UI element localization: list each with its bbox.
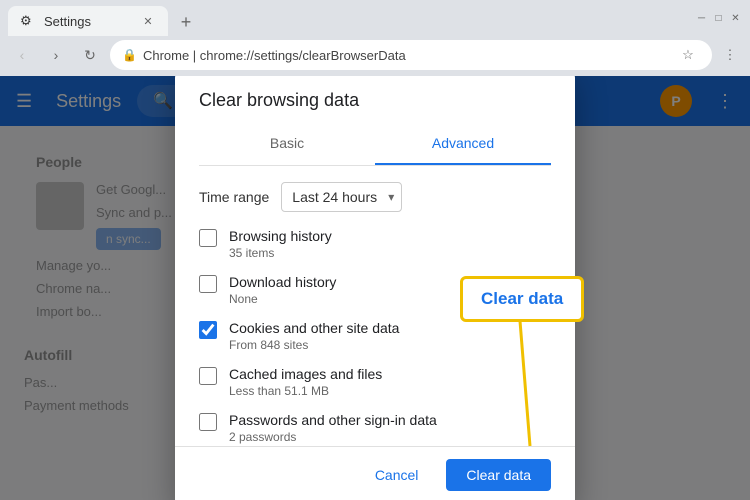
cached-images-text: Cached images and files Less than 51.1 M… xyxy=(229,366,382,398)
browsing-history-sub: 35 items xyxy=(229,246,332,260)
close-button[interactable]: ✕ xyxy=(729,12,742,25)
checkbox-download-history-input[interactable] xyxy=(199,275,217,293)
checkbox-cookies: Cookies and other site data From 848 sit… xyxy=(199,320,551,352)
time-range-select[interactable]: Last hour Last 24 hours Last 7 days Last… xyxy=(281,182,402,212)
time-range-row: Time range Last hour Last 24 hours Last … xyxy=(199,182,551,212)
passwords-label: Passwords and other sign-in data xyxy=(229,412,437,428)
clear-browsing-dialog: Clear browsing data Basic Advanced Time … xyxy=(175,76,575,500)
url-text: Chrome | chrome://settings/clearBrowserD… xyxy=(143,48,406,63)
dialog-content: Time range Last hour Last 24 hours Last … xyxy=(175,166,575,446)
time-range-label: Time range xyxy=(199,189,269,205)
browsing-history-label: Browsing history xyxy=(229,228,332,244)
cached-images-sub: Less than 51.1 MB xyxy=(229,384,382,398)
url-bar[interactable]: 🔒 Chrome | chrome://settings/clearBrowse… xyxy=(110,40,712,70)
forward-button[interactable]: › xyxy=(42,41,70,69)
checkbox-browsing-history-input[interactable] xyxy=(199,229,217,247)
tab-close-button[interactable]: ✕ xyxy=(140,13,156,29)
checkbox-passwords: Passwords and other sign-in data 2 passw… xyxy=(199,412,551,444)
bookmark-button[interactable]: ☆ xyxy=(676,43,700,67)
checkbox-cached-images: Cached images and files Less than 51.1 M… xyxy=(199,366,551,398)
dialog-tabs: Basic Advanced xyxy=(199,123,551,166)
checkbox-download-history: Download history None xyxy=(199,274,551,306)
time-range-select-wrapper[interactable]: Last hour Last 24 hours Last 7 days Last… xyxy=(281,182,402,212)
cached-images-label: Cached images and files xyxy=(229,366,382,382)
cancel-button[interactable]: Cancel xyxy=(355,459,439,491)
passwords-text: Passwords and other sign-in data 2 passw… xyxy=(229,412,437,444)
cookies-label: Cookies and other site data xyxy=(229,320,399,336)
clear-data-button[interactable]: Clear data xyxy=(446,459,551,491)
tab-basic[interactable]: Basic xyxy=(199,123,375,165)
download-history-label: Download history xyxy=(229,274,336,290)
cookies-text: Cookies and other site data From 848 sit… xyxy=(229,320,399,352)
modal-overlay: Clear browsing data Basic Advanced Time … xyxy=(0,76,750,500)
cookies-sub: From 848 sites xyxy=(229,338,399,352)
lock-icon: 🔒 xyxy=(122,48,137,62)
checkbox-browsing-history: Browsing history 35 items xyxy=(199,228,551,260)
address-bar: ‹ › ↻ 🔒 Chrome | chrome://settings/clear… xyxy=(0,36,750,76)
more-menu-button[interactable]: ⋮ xyxy=(718,43,742,67)
download-history-sub: None xyxy=(229,292,336,306)
tab-favicon: ⚙ xyxy=(20,13,36,29)
tab-advanced[interactable]: Advanced xyxy=(375,123,551,165)
browser-content: ☰ Settings 🔍 P ⋮ People Get Googl... Syn… xyxy=(0,76,750,500)
dialog-footer: Cancel Clear data xyxy=(175,446,575,500)
minimize-button[interactable]: ─ xyxy=(695,12,708,25)
tab-area: ⚙ Settings ✕ + xyxy=(8,0,687,36)
browsing-history-text: Browsing history 35 items xyxy=(229,228,332,260)
download-history-text: Download history None xyxy=(229,274,336,306)
window-controls: ─ □ ✕ xyxy=(695,12,742,25)
url-right-icons: ☆ xyxy=(676,43,700,67)
dialog-header: Clear browsing data Basic Advanced xyxy=(175,76,575,166)
tab-title: Settings xyxy=(44,14,91,29)
maximize-button[interactable]: □ xyxy=(712,12,725,25)
dialog-title: Clear browsing data xyxy=(199,90,551,111)
active-tab[interactable]: ⚙ Settings ✕ xyxy=(8,6,168,36)
back-button[interactable]: ‹ xyxy=(8,41,36,69)
browser-frame: ⚙ Settings ✕ + ─ □ ✕ ‹ › ↻ 🔒 Chrome | ch… xyxy=(0,0,750,500)
checkbox-passwords-input[interactable] xyxy=(199,413,217,431)
checkbox-cached-images-input[interactable] xyxy=(199,367,217,385)
title-bar: ⚙ Settings ✕ + ─ □ ✕ xyxy=(0,0,750,36)
checkbox-cookies-input[interactable] xyxy=(199,321,217,339)
reload-button[interactable]: ↻ xyxy=(76,41,104,69)
new-tab-button[interactable]: + xyxy=(172,8,200,36)
passwords-sub: 2 passwords xyxy=(229,430,437,444)
